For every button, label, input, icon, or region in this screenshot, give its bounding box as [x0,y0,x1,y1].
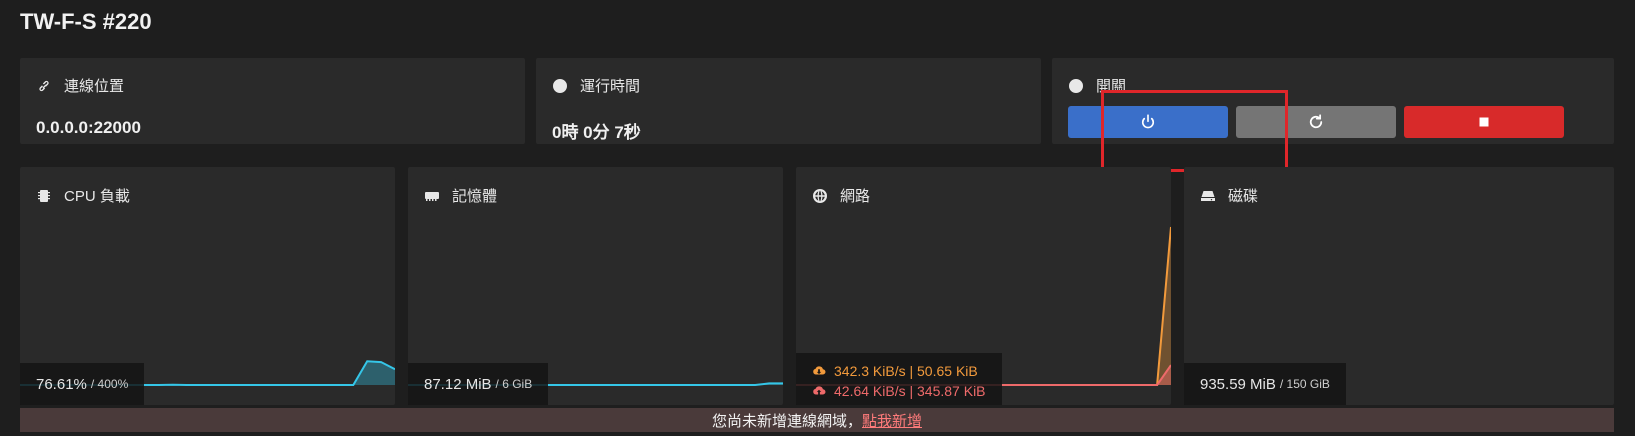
network-label: 網路 [840,188,871,205]
network-download-value: 342.3 KiB/s | 50.65 KiB [834,363,978,379]
cpu-icon [38,189,50,202]
disk-limit: / 150 GiB [1279,377,1330,391]
network-upload-row: 42.64 KiB/s | 345.87 KiB [812,381,986,401]
cpu-label: CPU 負載 [64,188,130,205]
cpu-limit: / 400% [90,377,129,391]
refresh-icon [1309,114,1323,129]
domain-warning-banner: 您尚未新增連線網域， 點我新增 [20,408,1614,432]
disk-value-box: 935.59 MiB / 150 GiB [1184,363,1346,405]
cpu-card: CPU 負載 76.61% / 400% [20,167,395,405]
stop-button[interactable] [1404,106,1564,138]
address-value: 0.0.0.0:22000 [36,118,141,137]
start-button[interactable] [1068,106,1228,138]
disk-value: 935.59 MiB [1200,375,1276,393]
network-download-row: 342.3 KiB/s | 50.65 KiB [812,361,986,381]
memory-value-box: 87.12 MiB / 6 GiB [408,363,549,405]
address-label: 連線位置 [64,78,125,95]
network-upload-value: 42.64 KiB/s | 345.87 KiB [834,383,986,399]
address-card: 連線位置 0.0.0.0:22000 [20,58,525,144]
cloud-download-icon [813,366,826,375]
memory-limit: / 6 GiB [495,377,533,391]
power-card: 開關 [1052,58,1614,144]
clock-icon [1069,78,1083,93]
banner-text: 您尚未新增連線網域， [711,412,862,430]
memory-card: 記憶體 87.12 MiB / 6 GiB [408,167,783,405]
add-domain-link[interactable]: 點我新增 [862,410,922,431]
stop-icon [1479,117,1489,127]
memory-icon [425,191,439,201]
uptime-card: 運行時間 0時 0分 7秒 [536,58,1041,144]
memory-label: 記憶體 [452,188,498,205]
cpu-value-box: 76.61% / 400% [20,363,145,405]
server-title: TW-F-S #220 [20,9,152,34]
power-label: 開關 [1096,78,1127,95]
disk-label: 磁碟 [1228,188,1259,205]
cpu-value: 76.61% [36,375,87,393]
power-icon [1141,114,1155,129]
disk-icon [1201,190,1215,201]
uptime-value: 0時 0分 7秒 [552,123,641,142]
disk-card: 磁碟 935.59 MiB / 150 GiB [1184,167,1614,405]
link-icon [39,80,49,91]
restart-button[interactable] [1236,106,1396,138]
network-card: 網路 342.3 KiB/s | 50.65 KiB 42.64 KiB/s |… [796,167,1171,405]
clock-icon [553,78,567,93]
cloud-upload-icon [813,386,826,395]
memory-value: 87.12 MiB [424,375,492,393]
network-value-box: 342.3 KiB/s | 50.65 KiB 42.64 KiB/s | 34… [796,353,1002,405]
globe-icon [813,188,827,203]
uptime-label: 運行時間 [580,78,641,95]
